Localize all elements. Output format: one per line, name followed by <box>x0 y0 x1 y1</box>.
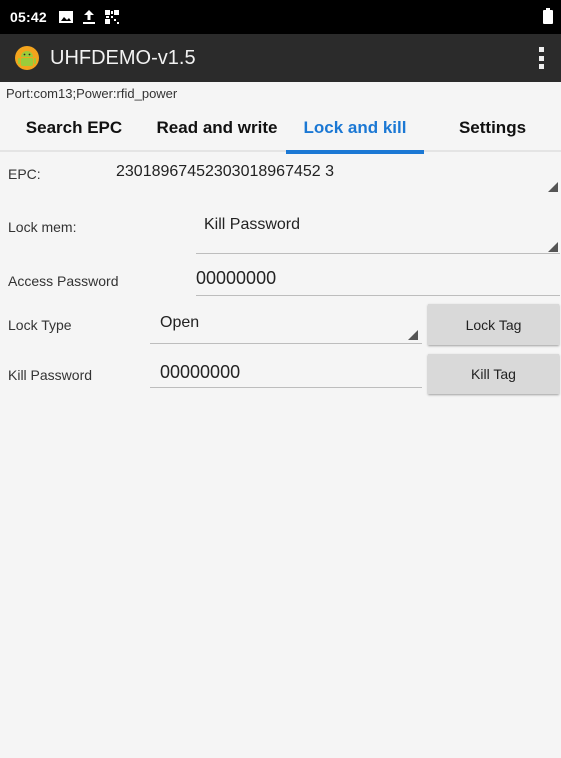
kill-password-underline <box>150 387 422 388</box>
lock-mem-label: Lock mem: <box>8 219 77 235</box>
access-password-label: Access Password <box>8 273 119 289</box>
epc-value: 23018967452303018967452 3 <box>116 163 335 180</box>
kill-password-label: Kill Password <box>8 367 93 383</box>
access-password-value: 00000000 <box>196 268 277 288</box>
tab-read-and-write[interactable]: Read and write <box>148 104 286 152</box>
lock-type-label: Lock Type <box>8 317 72 333</box>
android-logo-icon <box>14 45 40 71</box>
lock-type-value: Open <box>160 314 200 331</box>
lock-tag-button[interactable]: Lock Tag <box>428 304 559 345</box>
tab-settings[interactable]: Settings <box>424 104 561 152</box>
tab-bar: Search EPC Read and write Lock and kill … <box>0 104 561 154</box>
app-bar: UHFDEMO-v1.5 <box>0 34 561 82</box>
status-time: 05:42 <box>10 9 47 25</box>
overflow-menu-icon[interactable] <box>535 45 547 71</box>
status-bar: 05:42 <box>0 0 561 34</box>
spinner-arrow-icon <box>548 182 558 192</box>
lock-type-underline <box>150 343 422 344</box>
battery-icon <box>543 8 553 29</box>
app-title: UHFDEMO-v1.5 <box>50 46 196 69</box>
access-password-input[interactable]: 00000000 <box>196 264 560 296</box>
lock-mem-spinner[interactable]: Kill Password <box>196 210 560 256</box>
lock-mem-value: Kill Password <box>204 216 301 233</box>
kill-tag-button[interactable]: Kill Tag <box>428 354 559 394</box>
upload-icon <box>82 10 95 24</box>
image-icon <box>58 11 73 23</box>
access-password-underline <box>196 295 560 296</box>
qr-icon <box>104 10 119 24</box>
epc-label: EPC: <box>8 166 41 182</box>
lock-type-spinner[interactable]: Open <box>150 308 422 344</box>
kill-password-input[interactable]: 00000000 <box>150 358 422 388</box>
kill-password-value: 00000000 <box>160 362 241 382</box>
lock-mem-underline <box>196 253 560 254</box>
tab-lock-and-kill[interactable]: Lock and kill <box>286 104 424 154</box>
port-info: Port:com13;Power:rfid_power <box>6 86 178 101</box>
spinner-arrow-icon <box>408 330 418 340</box>
spinner-arrow-icon <box>548 242 558 252</box>
epc-spinner[interactable]: 23018967452303018967452 3 <box>100 158 560 194</box>
tab-search-epc[interactable]: Search EPC <box>0 104 148 152</box>
